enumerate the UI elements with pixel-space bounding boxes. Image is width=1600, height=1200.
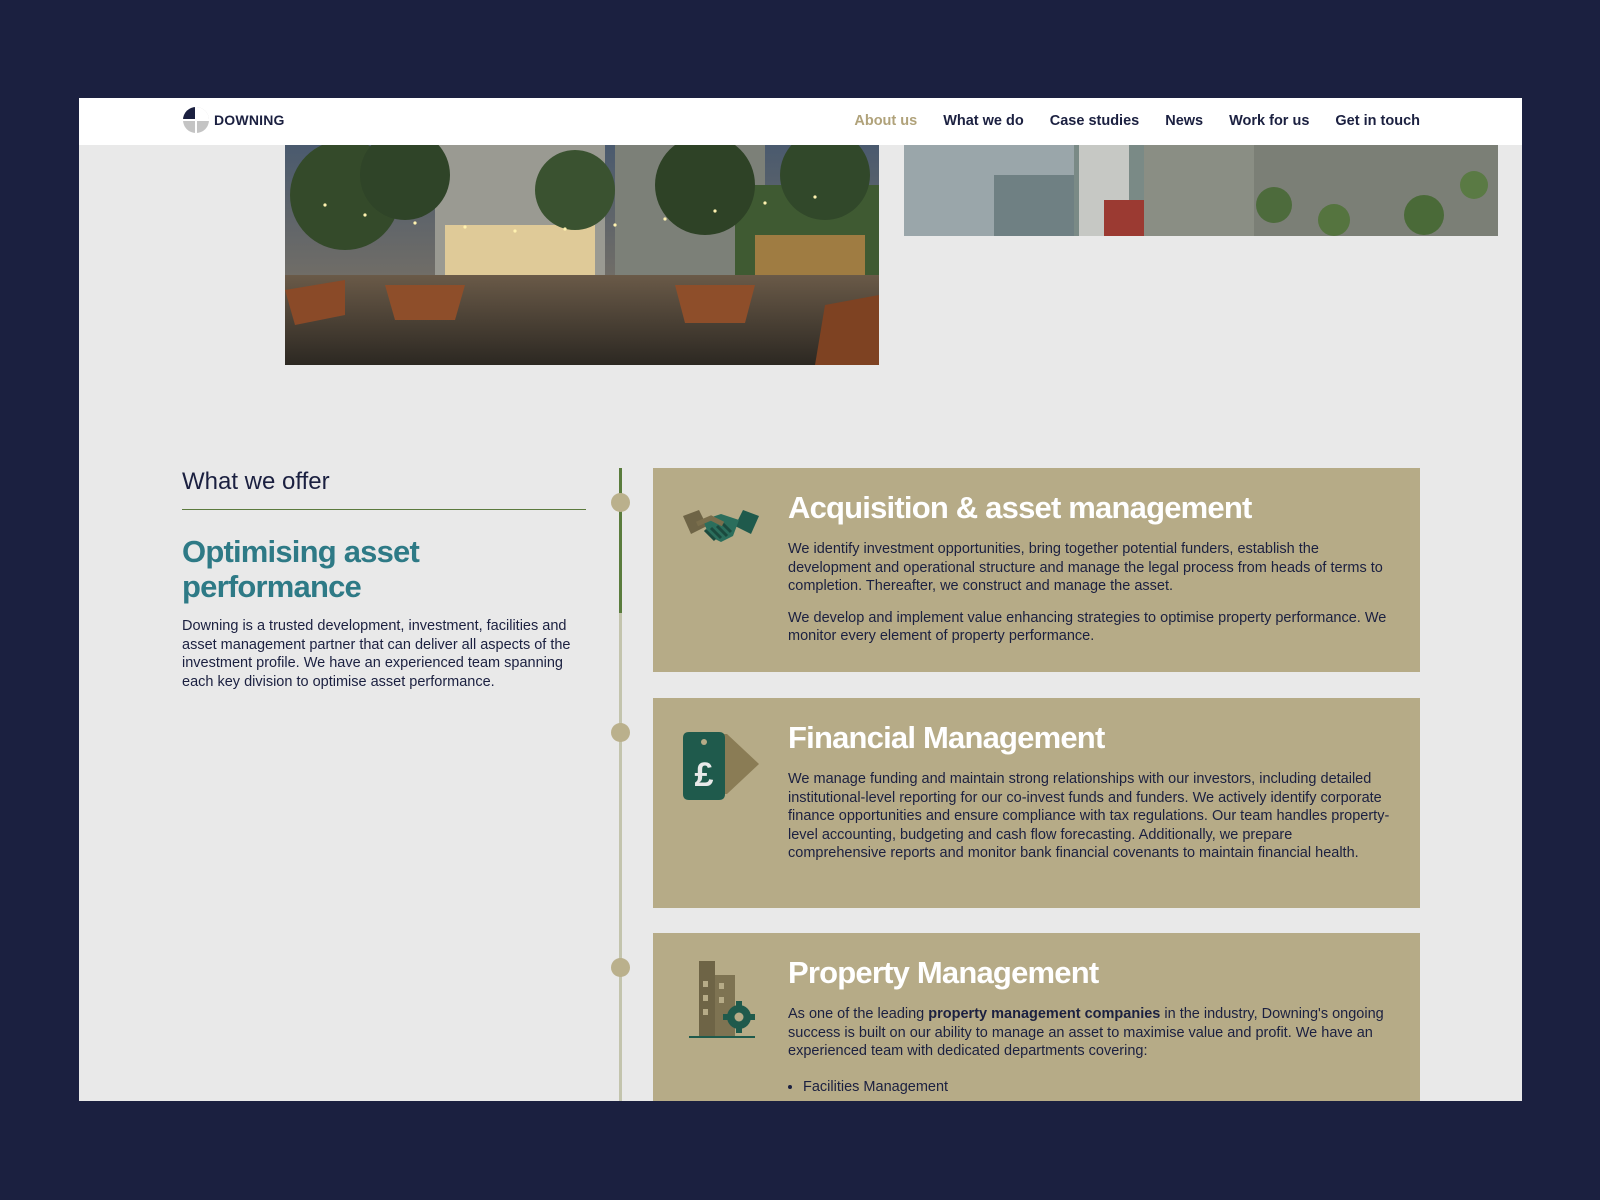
timeline-progress: [619, 468, 622, 613]
aerial-photo: [904, 145, 1498, 236]
nav-get-in-touch[interactable]: Get in touch: [1335, 113, 1420, 129]
service-card-financial: £ Financial Management We manage funding…: [653, 698, 1420, 908]
list-item: Facilities Management: [803, 1078, 1393, 1097]
browser-frame: DOWNING About us What we do Case studies…: [79, 98, 1522, 1101]
card-title: Property Management: [788, 955, 1099, 990]
card-title: Acquisition & asset management: [788, 490, 1252, 525]
service-card-acquisition: Acquisition & asset management We identi…: [653, 468, 1420, 672]
nav-work-for-us[interactable]: Work for us: [1229, 113, 1309, 129]
service-card-property: Property Management As one of the leadin…: [653, 933, 1420, 1101]
card-title: Financial Management: [788, 720, 1105, 755]
main-nav: About us What we do Case studies News Wo…: [854, 113, 1420, 129]
section-headline: Optimising asset performance: [182, 534, 420, 604]
card-paragraph: We develop and implement value enhancing…: [788, 609, 1387, 645]
bold-phrase: property management companies: [928, 1006, 1161, 1022]
logo[interactable]: DOWNING: [182, 106, 285, 134]
card-paragraph: As one of the leading property managemen…: [788, 1006, 1384, 1059]
nav-what-we-do[interactable]: What we do: [943, 113, 1024, 129]
department-list: Facilities Management: [788, 1078, 1393, 1097]
timeline-dot: [611, 958, 630, 977]
card-body: We manage funding and maintain strong re…: [788, 770, 1393, 876]
site-header: DOWNING About us What we do Case studies…: [79, 98, 1522, 145]
timeline-dot: [611, 493, 630, 512]
nav-about-us[interactable]: About us: [854, 113, 917, 129]
card-paragraph: We manage funding and maintain strong re…: [788, 771, 1390, 861]
logo-text: DOWNING: [214, 112, 285, 128]
section-label: What we offer: [182, 468, 586, 510]
timeline-dot: [611, 723, 630, 742]
pound-tag-icon: £: [681, 728, 761, 805]
svg-text:£: £: [695, 756, 714, 794]
nav-case-studies[interactable]: Case studies: [1050, 113, 1139, 129]
offer-intro: What we offer Optimising asset performan…: [182, 468, 586, 691]
building-gear-icon: [681, 957, 761, 1046]
section-intro: Downing is a trusted development, invest…: [182, 618, 571, 690]
courtyard-photo: [285, 145, 879, 365]
card-paragraph: We identify investment opportunities, br…: [788, 541, 1383, 594]
downing-logo-icon: [183, 107, 209, 133]
nav-news[interactable]: News: [1165, 113, 1203, 129]
card-body: We identify investment opportunities, br…: [788, 540, 1393, 659]
card-body: As one of the leading property managemen…: [788, 1005, 1393, 1096]
handshake-icon: [681, 506, 761, 561]
